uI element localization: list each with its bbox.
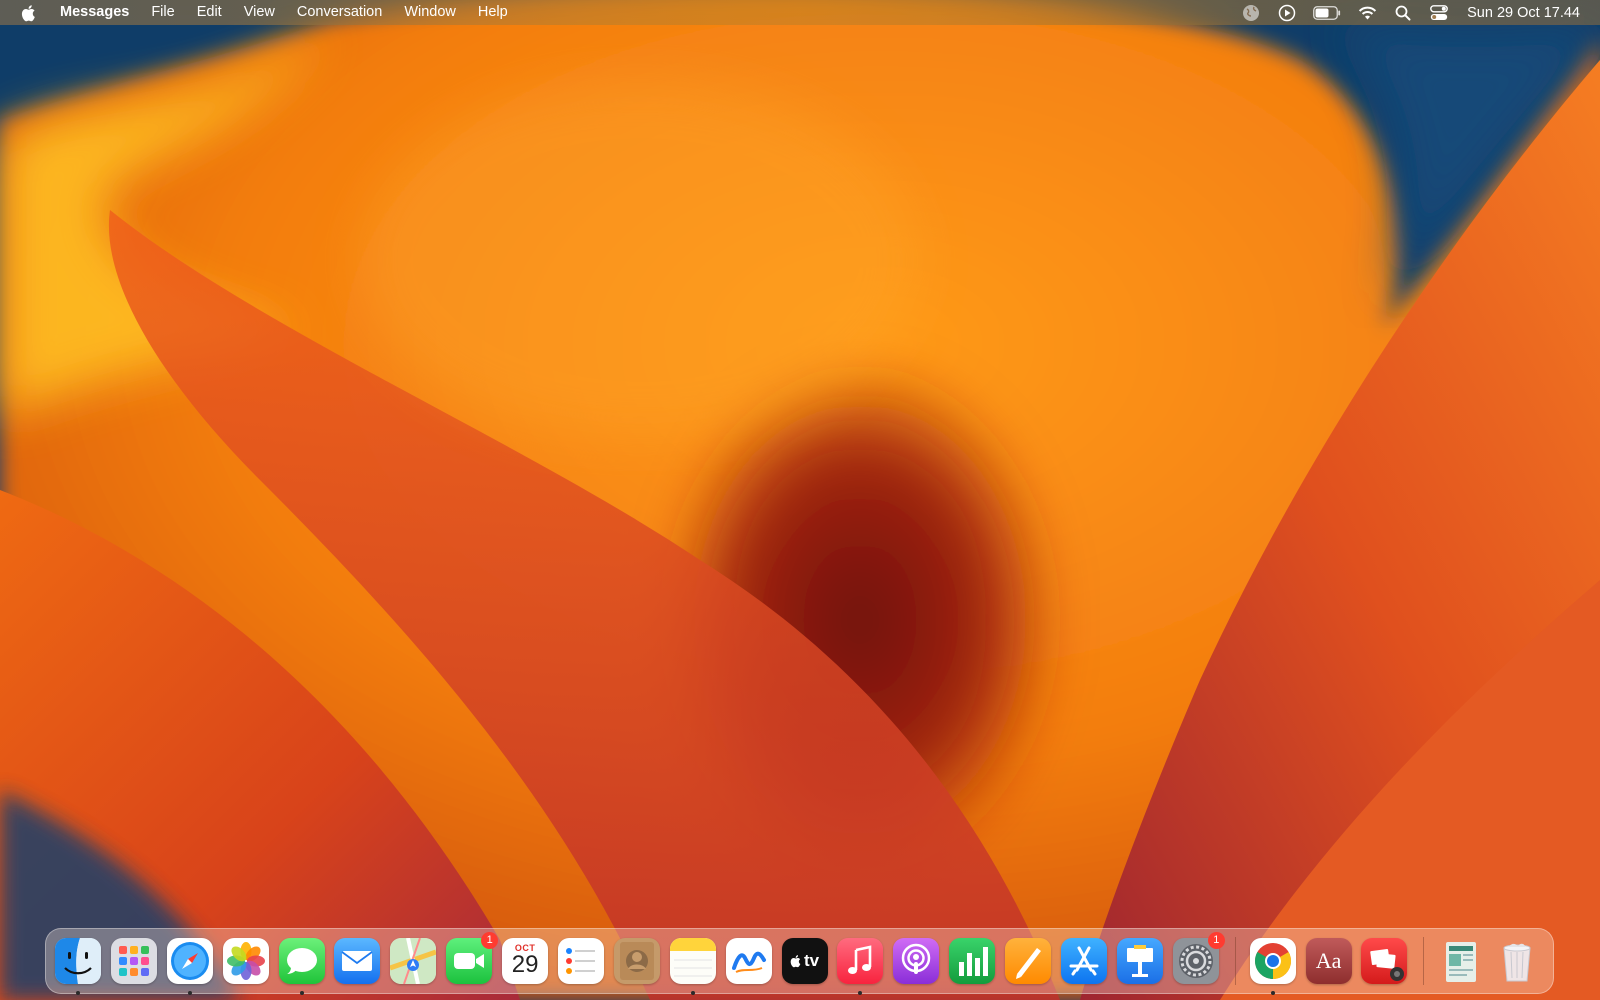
- numbers-icon: [949, 938, 996, 984]
- dock-item-downloads-stack[interactable]: [1438, 938, 1484, 984]
- dock-item-finder[interactable]: [55, 938, 101, 995]
- dock-item-contacts[interactable]: [613, 938, 660, 984]
- running-indicator: [187, 991, 192, 995]
- menu-conversation[interactable]: Conversation: [286, 0, 393, 25]
- dock-item-launchpad[interactable]: [110, 938, 157, 984]
- dock-item-maps[interactable]: [390, 938, 437, 984]
- messages-icon: [278, 938, 325, 984]
- dock-separator: [1423, 937, 1425, 985]
- menu-help[interactable]: Help: [467, 0, 519, 25]
- app-store-icon: [1061, 938, 1108, 984]
- battery-icon[interactable]: [1312, 0, 1342, 25]
- menu-view[interactable]: View: [233, 0, 286, 25]
- photo-booth-icon: [1361, 938, 1408, 984]
- dock-item-system-settings[interactable]: 1: [1172, 932, 1225, 984]
- dock-item-keynote[interactable]: [1116, 938, 1163, 984]
- tv-label: tv: [804, 951, 820, 970]
- dictionary-icon: Aa: [1305, 938, 1352, 984]
- dock-item-notes[interactable]: [669, 938, 716, 995]
- dock-item-music[interactable]: [837, 938, 884, 995]
- dock-item-numbers[interactable]: [949, 938, 996, 984]
- globe-icon[interactable]: [1240, 0, 1262, 25]
- dock-item-dictionary[interactable]: Aa: [1305, 938, 1352, 984]
- dock-item-tv[interactable]: tv: [781, 938, 828, 984]
- dock-item-podcasts[interactable]: [893, 938, 940, 984]
- wifi-icon[interactable]: [1356, 0, 1378, 25]
- menu-bar: Messages File Edit View Conversation Win…: [0, 0, 1600, 25]
- desktop-wallpaper: [0, 0, 1600, 1000]
- notes-icon: [669, 938, 716, 984]
- dock-item-photos[interactable]: [222, 938, 269, 984]
- calendar-icon: OCT 29: [502, 938, 549, 984]
- dock-item-messages[interactable]: [278, 938, 325, 995]
- dock-item-trash[interactable]: [1494, 938, 1540, 984]
- launchpad-icon: [110, 938, 157, 984]
- dock-item-mail[interactable]: [334, 938, 381, 984]
- running-indicator: [76, 991, 80, 995]
- dock-item-safari[interactable]: [166, 938, 213, 995]
- dock-item-facetime[interactable]: 1: [446, 932, 499, 984]
- music-icon: [837, 938, 884, 984]
- keynote-icon: [1116, 938, 1163, 984]
- calendar-day: 29: [511, 951, 539, 978]
- pages-icon: [1005, 938, 1052, 984]
- apple-logo-icon[interactable]: [18, 0, 40, 25]
- podcasts-icon: [893, 938, 940, 984]
- reminders-icon: [558, 938, 605, 984]
- menu-bar-clock[interactable]: Sun 29 Oct 17.44: [1467, 5, 1580, 21]
- dock-item-app-store[interactable]: [1061, 938, 1108, 984]
- dock-item-reminders[interactable]: [558, 938, 605, 984]
- search-icon[interactable]: [1392, 0, 1414, 25]
- chrome-icon: [1249, 938, 1296, 984]
- running-indicator: [690, 991, 695, 995]
- menu-app-name[interactable]: Messages: [54, 0, 140, 25]
- dock-separator: [1234, 937, 1236, 985]
- finder-icon: [55, 938, 101, 984]
- downloads-stack-icon: [1438, 938, 1484, 984]
- menu-edit[interactable]: Edit: [186, 0, 233, 25]
- dock-item-freeform[interactable]: [725, 938, 772, 984]
- play-circle-icon[interactable]: [1276, 0, 1298, 25]
- dictionary-label: Aa: [1315, 948, 1342, 973]
- dock-item-chrome[interactable]: [1249, 938, 1296, 995]
- freeform-icon: [725, 938, 772, 984]
- control-center-icon[interactable]: [1428, 0, 1450, 25]
- mail-icon: [334, 938, 381, 984]
- menu-window[interactable]: Window: [393, 0, 467, 25]
- contacts-icon: [613, 938, 660, 984]
- maps-icon: [390, 938, 437, 984]
- menu-file[interactable]: File: [140, 0, 185, 25]
- notification-badge: 1: [481, 932, 499, 949]
- apple-tv-icon: tv: [781, 938, 828, 984]
- trash-icon: [1494, 938, 1540, 984]
- dock: 1 OCT 29 tv 1 Aa: [45, 928, 1554, 995]
- photos-icon: [222, 938, 269, 984]
- safari-icon: [166, 938, 213, 984]
- dock-item-calendar[interactable]: OCT 29: [502, 938, 549, 984]
- dock-item-pages[interactable]: [1005, 938, 1052, 984]
- running-indicator: [1270, 991, 1275, 995]
- dock-item-photo-booth[interactable]: [1361, 938, 1408, 984]
- notification-badge: 1: [1207, 932, 1225, 949]
- running-indicator: [299, 991, 304, 995]
